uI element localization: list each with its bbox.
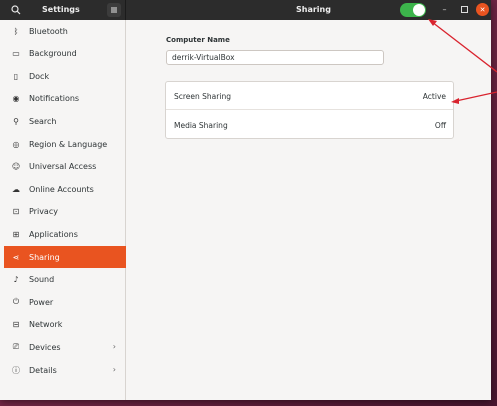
sidebar-item-bluetooth[interactable]: ᛒ Bluetooth (4, 20, 126, 42)
cloud-icon: ☁ (12, 184, 20, 194)
background-icon: ▭ (12, 49, 20, 59)
network-icon: ⊟ (12, 320, 20, 330)
app-title: Settings (42, 5, 80, 14)
sidebar: ᛒ Bluetooth ▭ Background ▯ Dock ◉ Notifications… (0, 20, 126, 400)
dock-icon: ▯ (13, 71, 19, 81)
media-sharing-row[interactable]: Media Sharing Off (166, 111, 453, 139)
sidebar-item-background[interactable]: ▭ Background (4, 43, 126, 65)
sidebar-item-label: Power (29, 297, 54, 307)
sidebar-item-notifications[interactable]: ◉ Notifications (4, 88, 126, 110)
computer-name-label: Computer Name (166, 36, 230, 44)
media-sharing-status: Off (434, 121, 446, 130)
screen-sharing-row[interactable]: Screen Sharing Active (166, 82, 453, 110)
bluetooth-icon: ᛒ (13, 26, 19, 36)
sidebar-item-label: Dock (29, 71, 50, 81)
sidebar-item-label: Background (29, 49, 77, 59)
sidebar-item-label: Devices (29, 342, 61, 352)
sidebar-item-label: Sharing (29, 252, 60, 262)
settings-window: Settings Sharing – ✕ ᛒ Bluetooth ▭ Backgrou… (0, 0, 491, 400)
sidebar-item-label: Notifications (29, 94, 80, 104)
page-title: Sharing (296, 5, 331, 14)
sidebar-item-label: Universal Access (29, 162, 97, 172)
search-icon (11, 5, 21, 15)
sidebar-item-applications[interactable]: ⊞ Applications (4, 223, 126, 245)
sharing-panel: Computer Name derrik-VirtualBox Screen S… (127, 20, 491, 400)
power-icon: ⏻ (12, 297, 20, 307)
sidebar-item-label: Privacy (29, 207, 58, 217)
sidebar-item-sharing[interactable]: ⋖ Sharing (4, 246, 126, 268)
sidebar-item-label: Network (29, 320, 63, 330)
header-left-pane: Settings (0, 0, 126, 20)
bell-icon: ◉ (12, 94, 20, 104)
sidebar-item-details[interactable]: ⓘ Details › (4, 359, 126, 381)
sidebar-item-power[interactable]: ⏻ Power (4, 291, 126, 313)
globe-icon: ◎ (12, 139, 20, 149)
music-note-icon: ♪ (13, 275, 19, 285)
screen-sharing-status: Active (422, 92, 446, 101)
toggle-knob (413, 4, 425, 16)
devices-icon: ⎚ (12, 342, 20, 352)
minimize-button[interactable]: – (438, 3, 451, 16)
sidebar-item-search[interactable]: ⚲ Search (4, 110, 126, 132)
chevron-right-icon: › (112, 365, 116, 374)
search-button[interactable] (9, 3, 23, 17)
info-icon: ⓘ (12, 365, 20, 375)
computer-name-field[interactable]: derrik-VirtualBox (166, 50, 384, 65)
minimize-icon: – (442, 5, 447, 14)
maximize-button[interactable] (458, 3, 471, 16)
sidebar-item-universal-access[interactable]: ☺ Universal Access (4, 156, 126, 178)
sidebar-item-region-language[interactable]: ◎ Region & Language (4, 133, 126, 155)
sidebar-item-dock[interactable]: ▯ Dock (4, 65, 126, 87)
sharing-services-list: Screen Sharing Active Media Sharing Off (165, 81, 454, 139)
sidebar-item-online-accounts[interactable]: ☁ Online Accounts (4, 178, 126, 200)
menu-button[interactable] (107, 3, 121, 17)
sidebar-item-label: Bluetooth (29, 26, 68, 36)
sidebar-item-label: Online Accounts (29, 184, 94, 194)
sidebar-item-label: Details (29, 365, 57, 375)
share-icon: ⋖ (12, 252, 20, 262)
close-button[interactable]: ✕ (476, 3, 489, 16)
header-bar: Settings Sharing – ✕ (0, 0, 491, 20)
close-icon: ✕ (479, 5, 486, 14)
hamburger-icon (111, 7, 117, 13)
sidebar-item-sound[interactable]: ♪ Sound (4, 269, 126, 291)
lock-icon: ⊡ (12, 207, 20, 217)
sharing-toggle[interactable] (400, 3, 426, 17)
sidebar-item-label: Region & Language (29, 139, 108, 149)
grid-icon: ⊞ (12, 229, 20, 239)
search-icon: ⚲ (13, 116, 19, 126)
media-sharing-label: Media Sharing (174, 121, 228, 130)
sidebar-item-label: Search (29, 116, 57, 126)
sidebar-item-label: Sound (29, 275, 55, 285)
maximize-icon (461, 6, 468, 13)
screen-sharing-label: Screen Sharing (174, 92, 231, 101)
sidebar-item-privacy[interactable]: ⊡ Privacy (4, 201, 126, 223)
accessibility-icon: ☺ (11, 162, 21, 172)
sidebar-item-devices[interactable]: ⎚ Devices › (4, 336, 126, 358)
chevron-right-icon: › (112, 342, 116, 352)
sidebar-item-network[interactable]: ⊟ Network (4, 314, 126, 336)
sidebar-item-label: Applications (29, 229, 78, 239)
